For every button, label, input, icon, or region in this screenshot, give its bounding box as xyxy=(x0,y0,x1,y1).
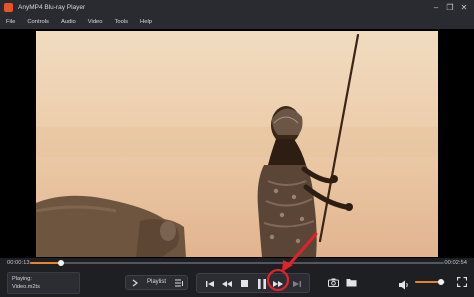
rewind-icon[interactable] xyxy=(220,277,233,290)
volume-control xyxy=(399,276,447,290)
menu-video[interactable]: Video xyxy=(88,19,103,25)
transport-controls xyxy=(196,273,310,293)
pause-icon[interactable] xyxy=(255,277,268,290)
minimize-button[interactable]: – xyxy=(430,2,442,14)
total-duration: 00:02:54 xyxy=(444,260,467,266)
playlist-label: Playlist xyxy=(147,279,167,285)
playlist-menu-icon[interactable] xyxy=(174,278,184,288)
close-button[interactable]: ✕ xyxy=(458,2,470,14)
snapshot-icon[interactable] xyxy=(327,276,339,288)
menu-bar: File Controls Audio Video Tools Help xyxy=(0,15,474,29)
control-bar: Playing: Video.m2ts Playlist xyxy=(0,270,474,297)
volume-icon[interactable] xyxy=(399,277,410,295)
window-title: AnyMP4 Blu-ray Player xyxy=(18,4,86,11)
app-logo-icon xyxy=(4,3,13,12)
menu-help[interactable]: Help xyxy=(140,19,152,25)
now-playing-label: Playing: xyxy=(12,276,32,282)
progress-row: 00:00:13 00:02:54 xyxy=(0,258,474,270)
volume-slider[interactable] xyxy=(415,279,445,285)
playlist-toggle-icon[interactable] xyxy=(131,278,141,288)
folder-icon[interactable] xyxy=(345,276,357,288)
video-frame xyxy=(36,31,438,257)
menu-audio[interactable]: Audio xyxy=(61,19,76,25)
elapsed-time: 00:00:13 xyxy=(7,260,30,266)
skip-previous-icon[interactable] xyxy=(203,277,216,290)
playlist-button[interactable]: Playlist xyxy=(125,275,188,290)
stop-icon[interactable] xyxy=(238,277,251,290)
video-area[interactable] xyxy=(0,29,474,258)
restore-button[interactable]: ❐ xyxy=(444,2,456,14)
window-controls: – ❐ ✕ xyxy=(430,0,470,15)
seek-bar-handle[interactable] xyxy=(58,260,65,266)
menu-tools[interactable]: Tools xyxy=(115,19,129,25)
menu-file[interactable]: File xyxy=(6,19,15,25)
now-playing-panel: Playing: Video.m2ts xyxy=(7,272,80,294)
title-bar: AnyMP4 Blu-ray Player – ❐ ✕ xyxy=(0,0,474,15)
volume-slider-fill xyxy=(415,281,441,283)
menu-controls[interactable]: Controls xyxy=(27,19,49,25)
skip-next-icon[interactable] xyxy=(290,277,303,290)
video-scene-image xyxy=(36,31,438,257)
volume-slider-handle[interactable] xyxy=(437,279,444,285)
fast-forward-icon[interactable] xyxy=(271,277,284,290)
seek-bar[interactable] xyxy=(30,260,444,266)
file-name: Video.m2ts xyxy=(12,284,40,290)
fullscreen-icon[interactable] xyxy=(456,276,468,288)
seek-bar-fill xyxy=(30,262,62,264)
